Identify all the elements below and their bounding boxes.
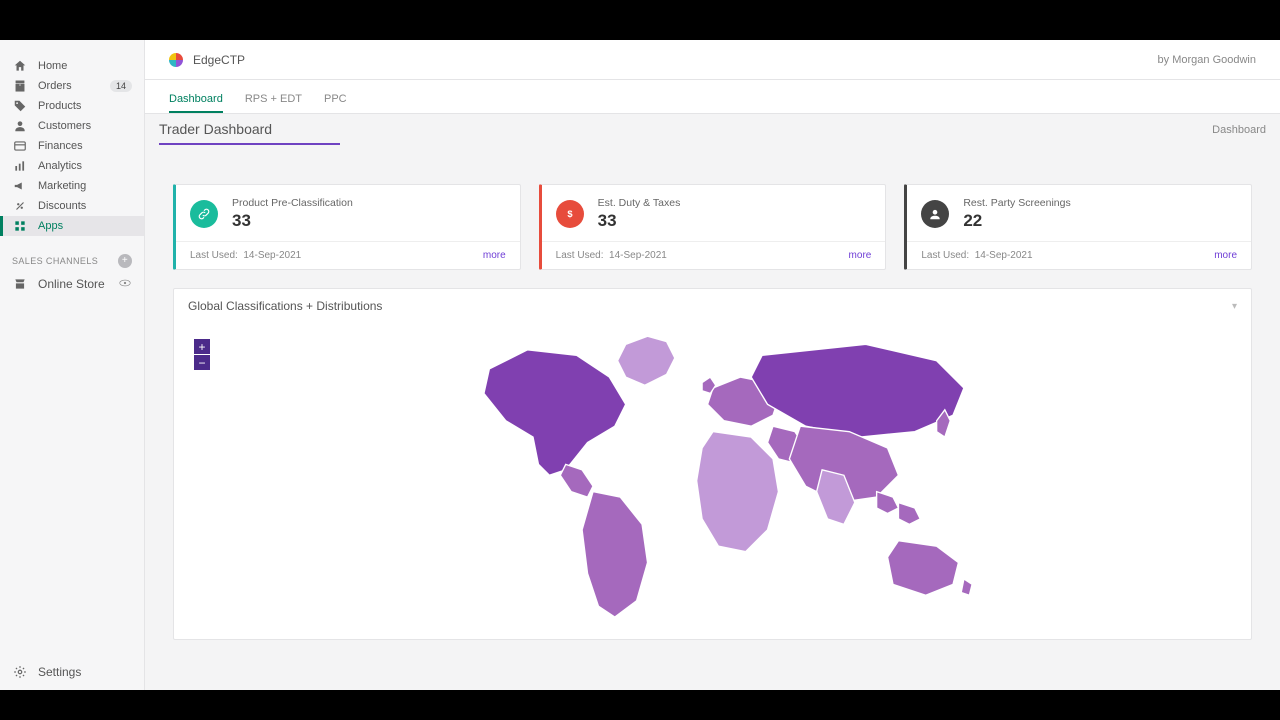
sidebar-item-label: Products — [38, 100, 132, 112]
sidebar-item-marketing[interactable]: Marketing — [0, 176, 144, 196]
sidebar-item-home[interactable]: Home — [0, 56, 144, 76]
card-title: Product Pre-Classification — [232, 197, 353, 209]
megaphone-icon — [12, 178, 28, 194]
dollar-icon: $ — [556, 200, 584, 228]
card-title: Rest. Party Screenings — [963, 197, 1070, 209]
zoom-out-button[interactable]: − — [194, 355, 210, 371]
sidebar-item-settings[interactable]: Settings — [0, 654, 144, 690]
sidebar-item-products[interactable]: Products — [0, 96, 144, 116]
main: EdgeCTP by Morgan Goodwin Dashboard RPS … — [145, 40, 1280, 690]
sidebar-nav: Home Orders 14 Products Customers Financ… — [0, 40, 144, 654]
sidebar-item-label: Orders — [38, 80, 110, 92]
orders-badge: 14 — [110, 80, 132, 92]
channel-label: Online Store — [38, 277, 105, 291]
sidebar-item-discounts[interactable]: Discounts — [0, 196, 144, 216]
sidebar-item-apps[interactable]: Apps — [0, 216, 144, 236]
orders-icon — [12, 78, 28, 94]
zoom-in-button[interactable]: + — [194, 339, 210, 355]
store-icon — [12, 276, 28, 292]
collapse-icon[interactable]: ▾ — [1232, 301, 1237, 312]
app-viewport: Home Orders 14 Products Customers Financ… — [0, 40, 1280, 690]
map-body: + − — [174, 323, 1251, 639]
card-est-duty-taxes: $ Est. Duty & Taxes 33 Last Used: 14-Sep… — [539, 184, 887, 270]
map-title: Global Classifications + Distributions — [188, 299, 382, 313]
sidebar-item-label: Customers — [38, 120, 132, 132]
section-header-label: SALES CHANNELS — [12, 256, 98, 266]
map-panel: Global Classifications + Distributions ▾… — [173, 288, 1252, 640]
card-more-link[interactable]: more — [1214, 250, 1237, 261]
sidebar-item-customers[interactable]: Customers — [0, 116, 144, 136]
sidebar-item-label: Discounts — [38, 200, 132, 212]
page-title-row: Trader Dashboard Dashboard — [145, 114, 1280, 146]
tag-icon — [12, 98, 28, 114]
finance-icon — [12, 138, 28, 154]
sidebar-item-label: Finances — [38, 140, 132, 152]
sidebar-item-label: Apps — [38, 220, 132, 232]
home-icon — [12, 58, 28, 74]
card-value: 33 — [598, 211, 681, 231]
link-icon — [190, 200, 218, 228]
zoom-controls: + − — [194, 339, 210, 371]
sidebar: Home Orders 14 Products Customers Financ… — [0, 40, 145, 690]
app-name: EdgeCTP — [193, 53, 245, 67]
page-title: Trader Dashboard — [159, 115, 340, 145]
tab-ppc[interactable]: PPC — [324, 93, 347, 113]
card-last-used: Last Used: 14-Sep-2021 — [556, 250, 667, 261]
discount-icon — [12, 198, 28, 214]
app-header: EdgeCTP by Morgan Goodwin — [145, 40, 1280, 80]
sidebar-item-label: Marketing — [38, 180, 132, 192]
card-last-used: Last Used: 14-Sep-2021 — [921, 250, 1032, 261]
content: Product Pre-Classification 33 Last Used:… — [145, 146, 1280, 690]
app-byline: by Morgan Goodwin — [1158, 54, 1256, 66]
person-icon — [12, 118, 28, 134]
sidebar-item-online-store[interactable]: Online Store — [0, 274, 144, 294]
tab-rps-edt[interactable]: RPS + EDT — [245, 93, 302, 113]
app-logo-icon — [169, 53, 183, 67]
cards-row: Product Pre-Classification 33 Last Used:… — [145, 160, 1280, 270]
card-value: 33 — [232, 211, 353, 231]
sidebar-item-orders[interactable]: Orders 14 — [0, 76, 144, 96]
sidebar-item-label: Home — [38, 60, 132, 72]
card-product-pre-classification: Product Pre-Classification 33 Last Used:… — [173, 184, 521, 270]
app-tabs: Dashboard RPS + EDT PPC — [145, 80, 1280, 114]
chart-icon — [12, 158, 28, 174]
card-more-link[interactable]: more — [483, 250, 506, 261]
card-rest-party-screenings: Rest. Party Screenings 22 Last Used: 14-… — [904, 184, 1252, 270]
card-more-link[interactable]: more — [849, 250, 872, 261]
avatar-icon — [921, 200, 949, 228]
map-header: Global Classifications + Distributions ▾ — [174, 289, 1251, 323]
card-last-used: Last Used: 14-Sep-2021 — [190, 250, 301, 261]
view-store-icon[interactable] — [118, 276, 132, 293]
gear-icon — [12, 664, 28, 680]
svg-text:$: $ — [567, 209, 573, 219]
settings-label: Settings — [38, 665, 81, 679]
sidebar-item-analytics[interactable]: Analytics — [0, 156, 144, 176]
card-title: Est. Duty & Taxes — [598, 197, 681, 209]
world-map[interactable] — [188, 329, 1237, 627]
breadcrumb[interactable]: Dashboard — [1212, 124, 1266, 136]
add-channel-button[interactable]: + — [118, 254, 132, 268]
card-value: 22 — [963, 211, 1070, 231]
apps-icon — [12, 218, 28, 234]
sales-channels-header: SALES CHANNELS + — [0, 236, 144, 274]
tab-dashboard[interactable]: Dashboard — [169, 93, 223, 113]
sidebar-item-label: Analytics — [38, 160, 132, 172]
sidebar-item-finances[interactable]: Finances — [0, 136, 144, 156]
